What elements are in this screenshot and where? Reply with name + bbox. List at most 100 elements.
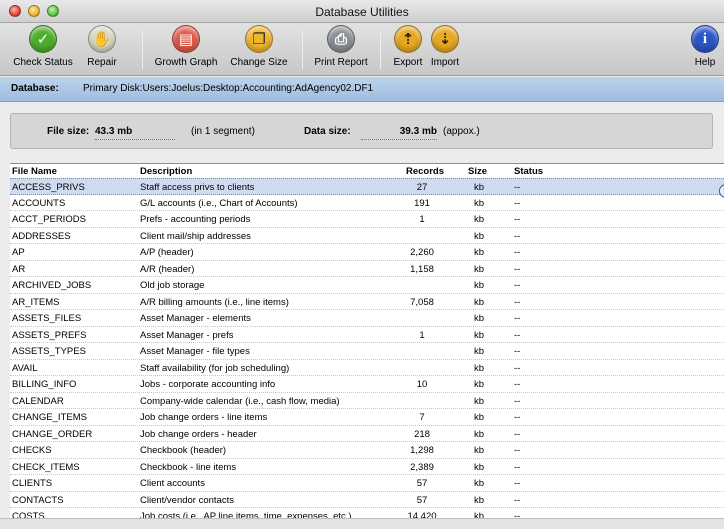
cell-status: --: [514, 230, 521, 242]
table-row[interactable]: AR_ITEMS A/R billing amounts (i.e., line …: [10, 294, 724, 310]
table-row[interactable]: CALENDAR Company-wide calendar (i.e., cas…: [10, 393, 724, 409]
import-button[interactable]: ⇣ Import: [427, 25, 463, 68]
column-header-status[interactable]: Status: [514, 166, 543, 177]
table-row[interactable]: CHANGE_ITEMS Job change orders - line ite…: [10, 409, 724, 426]
cell-file-name: ACCT_PERIODS: [12, 214, 86, 225]
cell-records: 1,298: [410, 445, 434, 456]
cell-size: kb: [473, 478, 485, 489]
table-row[interactable]: AVAIL Staff availability (for job schedul…: [10, 360, 724, 376]
cell-description: Checkbook (header): [140, 445, 227, 456]
segment-count: (in 1 segment): [191, 126, 255, 137]
check-status-label: Check Status: [13, 57, 73, 68]
cell-description: A/P (header): [140, 247, 194, 258]
cell-description: Old job storage: [140, 280, 205, 291]
cell-status: --: [514, 428, 521, 440]
help-button[interactable]: i Help: [690, 25, 720, 68]
toolbar-separator: [142, 31, 143, 69]
table-row[interactable]: ASSETS_PREFS Asset Manager - prefs 1 kb --: [10, 327, 724, 343]
cell-file-name: CHANGE_ITEMS: [12, 412, 87, 423]
column-header-file-name[interactable]: File Name: [12, 166, 57, 177]
printer-icon: ⎙: [327, 25, 355, 53]
cell-file-name: ADDRESSES: [12, 230, 71, 242]
table-row[interactable]: ADDRESSES Client mail/ship addresses kb --: [10, 228, 724, 244]
cell-status: --: [514, 412, 521, 423]
repair-button[interactable]: ✋ Repair: [80, 25, 124, 68]
export-label: Export: [393, 57, 423, 68]
cell-description: Client mail/ship addresses: [140, 230, 251, 242]
table-row[interactable]: CONTACTS Client/vendor contacts 57 kb --: [10, 492, 724, 508]
cell-size: kb: [473, 428, 485, 440]
cell-records: 27: [416, 182, 428, 193]
table-row[interactable]: AP A/P (header) 2,260 kb --: [10, 244, 724, 261]
data-size-value: 39.3 mb: [361, 126, 437, 140]
print-report-button[interactable]: ⎙ Print Report: [312, 25, 370, 68]
column-header-size[interactable]: Size: [468, 166, 487, 177]
table-row[interactable]: ASSETS_TYPES Asset Manager - file types kb…: [10, 343, 724, 360]
export-button[interactable]: ⇡ Export: [390, 25, 426, 68]
check-status-button[interactable]: ✓ Check Status: [12, 25, 74, 68]
table-row[interactable]: CHECKS Checkbook (header) 1,298 kb --: [10, 442, 724, 459]
cell-file-name: CHECKS: [12, 445, 52, 456]
cell-size: kb: [473, 197, 485, 209]
cell-size: kb: [473, 494, 485, 506]
cell-description: Client accounts: [140, 478, 205, 489]
title-bar[interactable]: Database Utilities: [0, 0, 724, 23]
cell-description: Staff availability (for job scheduling): [140, 362, 290, 374]
cell-file-name: CHECK_ITEMS: [12, 461, 80, 473]
table-row[interactable]: COSTS Job costs (i.e., AP line items, tim…: [10, 508, 724, 518]
table-row[interactable]: ACCT_PERIODS Prefs - accounting periods 1 k…: [10, 211, 724, 228]
cell-size: kb: [473, 313, 485, 324]
repair-label: Repair: [87, 57, 117, 68]
cell-file-name: COSTS: [12, 511, 45, 518]
table-row[interactable]: BILLING_INFO Jobs - corporate accounting …: [10, 376, 724, 393]
cell-description: Staff access privs to clients: [140, 182, 255, 193]
table-row[interactable]: ARCHIVED_JOBS Old job storage kb --: [10, 277, 724, 294]
cell-description: Asset Manager - file types: [140, 346, 250, 357]
change-size-button[interactable]: ❐ Change Size: [229, 25, 289, 68]
table-row[interactable]: ACCOUNTS G/L accounts (i.e., Chart of Acc…: [10, 195, 724, 211]
table-row[interactable]: ASSETS_FILES Asset Manager - elements kb --: [10, 310, 724, 327]
cell-description: G/L accounts (i.e., Chart of Accounts): [140, 197, 298, 209]
column-header-records[interactable]: Records: [406, 166, 444, 177]
cell-description: Job costs (i.e., AP line items, time, ex…: [140, 511, 352, 518]
cell-size: kb: [473, 182, 485, 193]
cell-records: 14,420: [407, 511, 437, 518]
cell-description: Jobs - corporate accounting info: [140, 379, 276, 390]
cell-size: kb: [473, 329, 485, 341]
cell-file-name: CALENDAR: [12, 395, 64, 407]
cell-records: 7: [419, 412, 425, 423]
cell-description: Checkbook - line items: [140, 461, 237, 473]
cell-status: --: [514, 329, 521, 341]
cell-size: kb: [473, 296, 485, 308]
cell-status: --: [514, 182, 521, 193]
cell-description: Job change orders - line items: [140, 412, 268, 423]
file-table: File Name Description Records Size Statu…: [10, 163, 724, 518]
table-row[interactable]: ACCESS_PRIVS Staff access privs to client…: [10, 178, 724, 195]
database-label: Database:: [11, 83, 59, 94]
cell-size: kb: [473, 247, 485, 258]
import-label: Import: [430, 57, 460, 68]
cell-description: Client/vendor contacts: [140, 494, 234, 506]
cell-status: --: [514, 395, 521, 407]
import-icon: ⇣: [431, 25, 459, 53]
cell-file-name: ASSETS_PREFS: [12, 329, 87, 341]
table-row[interactable]: CHANGE_ORDER Job change orders - header 21…: [10, 426, 724, 442]
cell-size: kb: [473, 263, 485, 275]
graph-icon: ▤: [172, 25, 200, 53]
column-header-description[interactable]: Description: [140, 166, 192, 177]
cell-description: Asset Manager - elements: [140, 313, 251, 324]
cell-file-name: ACCOUNTS: [12, 197, 66, 209]
table-row[interactable]: CHECK_ITEMS Checkbook - line items 2,389 kb…: [10, 459, 724, 475]
cell-file-name: ASSETS_FILES: [12, 313, 82, 324]
cell-size: kb: [473, 395, 485, 407]
cell-records: 1: [419, 214, 425, 225]
toolbar-separator: [302, 31, 303, 69]
growth-graph-button[interactable]: ▤ Growth Graph: [152, 25, 220, 68]
cell-records: 2,260: [410, 247, 434, 258]
window-bottom-edge: [0, 518, 724, 529]
table-row[interactable]: CLIENTS Client accounts 57 kb --: [10, 475, 724, 492]
table-row[interactable]: AR A/R (header) 1,158 kb --: [10, 261, 724, 277]
cell-records: 2,389: [410, 461, 434, 473]
cell-file-name: AR: [12, 263, 26, 275]
cell-size: kb: [473, 214, 485, 225]
